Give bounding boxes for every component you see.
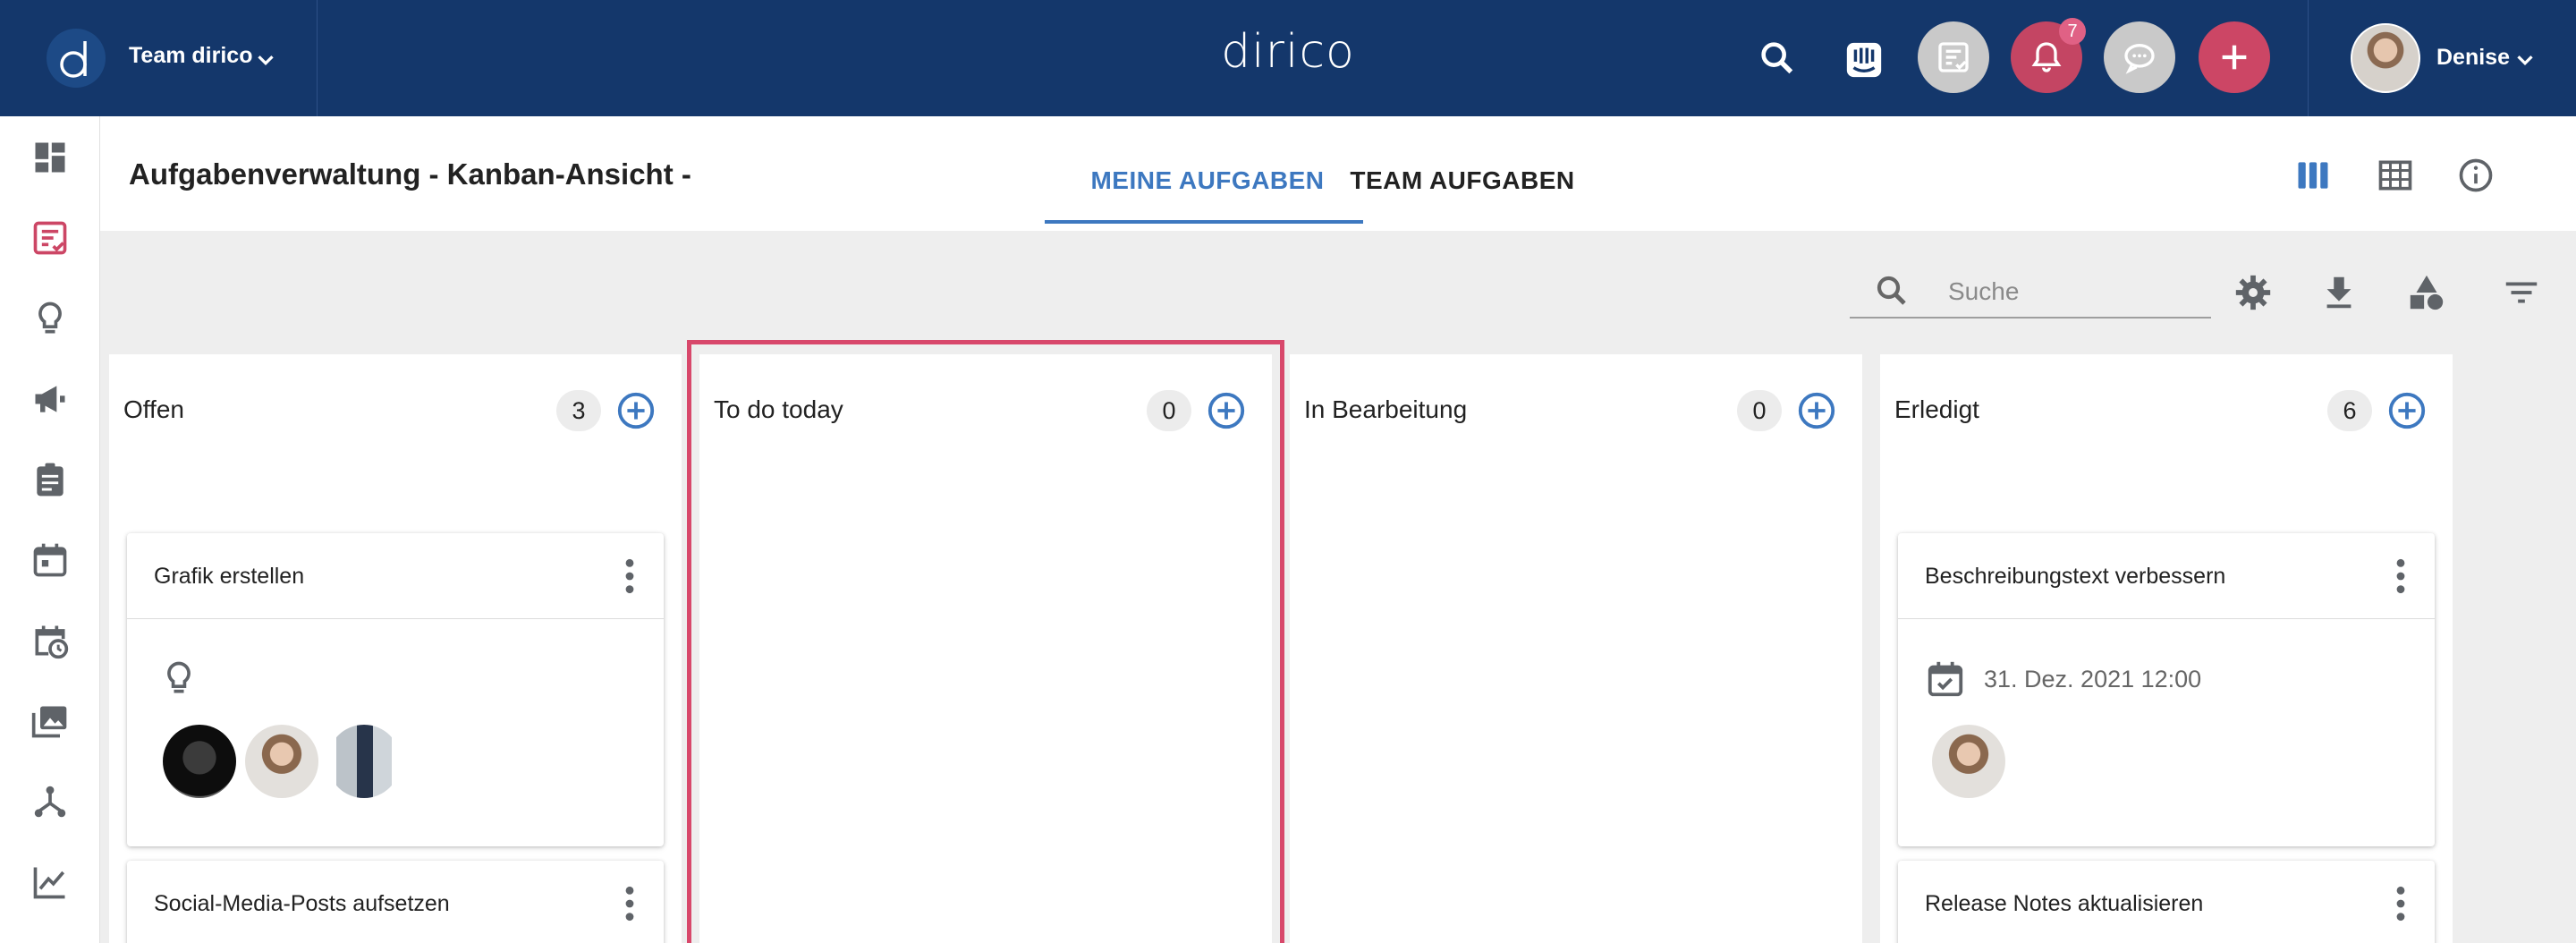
- add-circle-icon: [1798, 392, 1835, 429]
- search-input[interactable]: [1948, 272, 2199, 311]
- plus-icon: [2222, 45, 2247, 70]
- assignee-avatar[interactable]: [163, 725, 236, 798]
- calendar-clock-icon[interactable]: [30, 621, 70, 660]
- card-title: Grafik erstellen: [154, 564, 305, 589]
- task-list-icon: [1938, 42, 1969, 72]
- divider: [317, 0, 318, 116]
- card-header: Social-Media-Posts aufsetzen: [127, 861, 664, 943]
- assignee-avatar[interactable]: [327, 725, 401, 798]
- search-icon: [1877, 276, 1906, 305]
- more-vert-icon[interactable]: [2395, 884, 2406, 923]
- team-selector[interactable]: Team dirico: [129, 43, 252, 69]
- column-count-badge: 0: [1737, 390, 1782, 431]
- card-body: 31. Dez. 2021 12:00: [1898, 619, 2435, 846]
- add-task-button[interactable]: [1796, 390, 1837, 431]
- active-tab-indicator: [1045, 220, 1363, 224]
- card-header: Release Notes aktualisieren: [1898, 861, 2435, 943]
- photo-library-icon[interactable]: [30, 701, 70, 741]
- chevron-down-icon[interactable]: [252, 47, 279, 73]
- column-title: In Bearbeitung: [1304, 395, 1468, 423]
- card-header: Beschreibungstext verbessern: [1898, 533, 2435, 619]
- notification-badge: 7: [2059, 18, 2086, 45]
- add-task-button[interactable]: [2386, 390, 2428, 431]
- info-icon[interactable]: [2456, 156, 2496, 195]
- bell-icon: [2031, 42, 2062, 72]
- card-header: Grafik erstellen: [127, 533, 664, 619]
- workflow-icon[interactable]: [30, 782, 70, 821]
- task-card[interactable]: Release Notes aktualisieren: [1898, 861, 2435, 943]
- table-view-icon[interactable]: [2376, 156, 2415, 195]
- kanban-view-icon[interactable]: [2293, 156, 2333, 195]
- settings-gear-icon[interactable]: [2233, 272, 2274, 313]
- divider: [2308, 0, 2309, 116]
- card-title: Beschreibungstext verbessern: [1925, 564, 2226, 589]
- column-highlight-border: [687, 340, 1284, 943]
- user-name[interactable]: Denise: [2436, 45, 2510, 71]
- task-card[interactable]: Grafik erstellen: [127, 533, 664, 846]
- column-title: Offen: [123, 395, 184, 423]
- clipboard-icon[interactable]: [30, 460, 70, 499]
- page-header: Aufgabenverwaltung - Kanban-Ansicht - ME…: [100, 116, 2576, 231]
- more-vert-icon[interactable]: [624, 556, 635, 596]
- search-icon[interactable]: [1757, 38, 1798, 79]
- create-button[interactable]: [2199, 21, 2270, 93]
- search-field[interactable]: [1850, 267, 2211, 319]
- column-count-badge: 6: [2327, 390, 2372, 431]
- user-avatar[interactable]: [2351, 23, 2420, 93]
- card-body: [127, 619, 664, 846]
- top-bar: Team dirico dirico 7 Denise: [0, 0, 2576, 116]
- task-card[interactable]: Social-Media-Posts aufsetzen: [127, 861, 664, 943]
- lightbulb-icon: [167, 661, 191, 693]
- column-count-badge: 3: [556, 390, 601, 431]
- lightbulb-icon[interactable]: [30, 299, 70, 338]
- card-title: Social-Media-Posts aufsetzen: [154, 891, 450, 916]
- add-circle-icon: [2388, 392, 2426, 429]
- more-vert-icon[interactable]: [2395, 556, 2406, 596]
- tab-team-tasks[interactable]: TEAM AUFGABEN: [1342, 166, 1583, 195]
- tab-my-tasks[interactable]: MEINE AUFGABEN: [1073, 166, 1342, 195]
- task-card[interactable]: Beschreibungstext verbessern 31. Dez. 20…: [1898, 533, 2435, 846]
- filter-icon[interactable]: [2501, 272, 2542, 313]
- analytics-chart-icon[interactable]: [30, 862, 70, 902]
- chat-button[interactable]: [2104, 21, 2175, 93]
- event-available-icon: [1928, 661, 1963, 697]
- tasks-button[interactable]: [1918, 21, 1989, 93]
- assignee-avatar[interactable]: [245, 725, 318, 798]
- brand-name: dirico: [1221, 25, 1355, 79]
- megaphone-icon[interactable]: [30, 379, 70, 419]
- assignee-avatar[interactable]: [1932, 725, 2005, 798]
- dashboard-icon[interactable]: [30, 138, 70, 177]
- kanban-column-offen: Offen 3 Grafik erstellen Social-Media-Po…: [109, 354, 682, 943]
- card-title: Release Notes aktualisieren: [1925, 891, 2204, 916]
- intercom-icon[interactable]: [1843, 39, 1885, 81]
- sidebar: [0, 116, 100, 943]
- download-icon[interactable]: [2318, 272, 2360, 313]
- calendar-icon[interactable]: [30, 540, 70, 580]
- add-circle-icon: [617, 392, 655, 429]
- dirico-logo[interactable]: [47, 29, 106, 88]
- add-task-button[interactable]: [615, 390, 657, 431]
- kanban-column-erledigt: Erledigt 6 Beschreibungstext verbessern …: [1880, 354, 2453, 943]
- column-title: Erledigt: [1894, 395, 1979, 423]
- page-title: Aufgabenverwaltung - Kanban-Ansicht -: [129, 157, 691, 191]
- shapes-icon[interactable]: [2406, 272, 2447, 313]
- chevron-down-icon[interactable]: [2512, 47, 2538, 73]
- more-vert-icon[interactable]: [624, 884, 635, 923]
- due-date: 31. Dez. 2021 12:00: [1984, 666, 2202, 692]
- tasks-icon[interactable]: [30, 218, 70, 258]
- chat-bubble-icon: [2124, 44, 2155, 74]
- kanban-column-in-bearbeitung: In Bearbeitung 0: [1290, 354, 1862, 943]
